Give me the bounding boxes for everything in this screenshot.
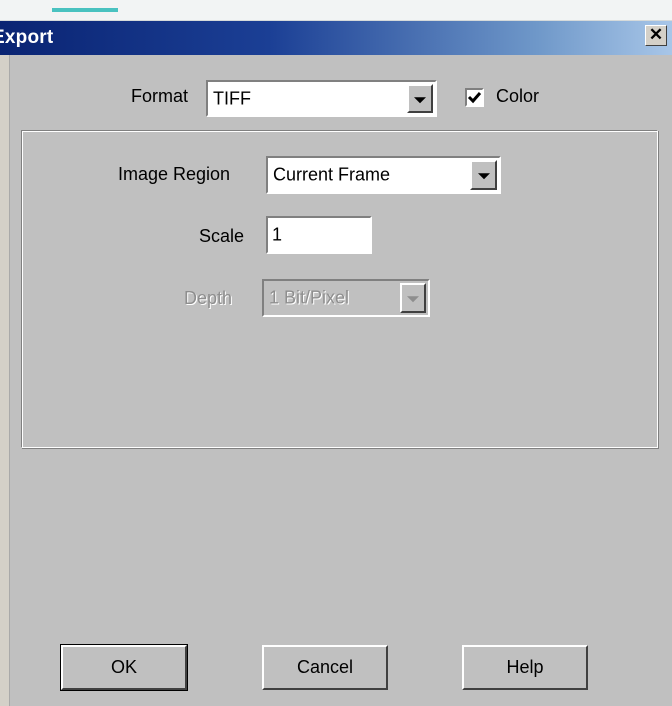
- chevron-down-icon: [414, 96, 426, 103]
- chevron-down-icon: [407, 296, 419, 303]
- image-region-label: Image Region: [118, 164, 231, 184]
- background-app-strip: [0, 0, 672, 21]
- ok-button[interactable]: OK: [60, 644, 188, 691]
- format-label: Format: [131, 86, 189, 106]
- title-bar[interactable]: Export ✕: [0, 21, 672, 55]
- close-icon: ✕: [648, 25, 664, 44]
- cancel-button[interactable]: Cancel: [262, 645, 388, 690]
- format-select-value: TIFF: [213, 88, 251, 108]
- depth-dropdown-button: [400, 283, 426, 313]
- background-tab-indicator: [52, 8, 118, 12]
- format-select[interactable]: TIFF: [206, 80, 437, 117]
- depth-select: 1 Bit/Pixel: [262, 279, 430, 317]
- image-region-dropdown-button[interactable]: [470, 160, 497, 190]
- scale-label: Scale: [199, 226, 245, 246]
- chevron-down-icon: [477, 173, 490, 180]
- window-frame-left: [0, 55, 10, 706]
- color-checkbox-label[interactable]: Color: [496, 86, 539, 107]
- image-region-select-value: Current Frame: [273, 164, 391, 185]
- help-button[interactable]: Help: [462, 645, 588, 690]
- scale-input[interactable]: 1: [266, 216, 372, 254]
- close-button[interactable]: ✕: [645, 25, 667, 46]
- color-checkbox[interactable]: [465, 88, 484, 107]
- export-dialog: Export ✕ Format TIFF Color Image Region …: [0, 0, 672, 706]
- checkmark-icon: [467, 92, 482, 104]
- image-region-select[interactable]: Current Frame: [266, 156, 501, 194]
- depth-select-value: 1 Bit/Pixel: [269, 287, 350, 308]
- dialog-title: Export: [0, 27, 54, 48]
- scale-input-value: 1: [272, 224, 283, 245]
- depth-label: Depth: [184, 288, 233, 308]
- format-dropdown-button[interactable]: [407, 84, 433, 113]
